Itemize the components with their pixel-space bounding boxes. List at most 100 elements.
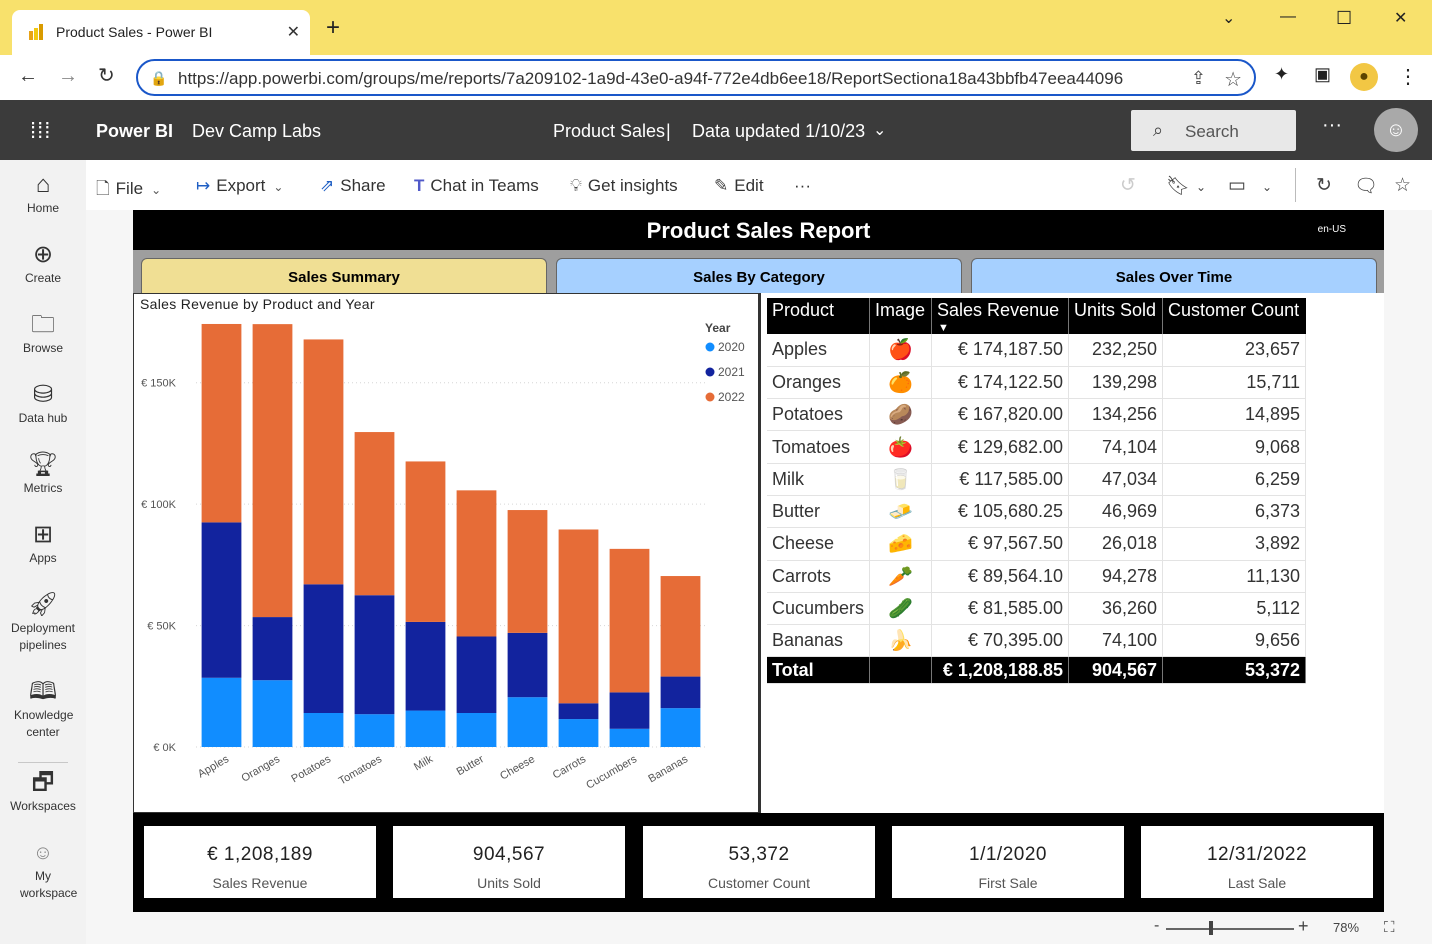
maximize-icon[interactable]: ☐: [1336, 8, 1352, 29]
side-panel-icon[interactable]: ▣: [1314, 64, 1331, 85]
chevron-down-icon[interactable]: ⌄: [1222, 8, 1235, 28]
bar-segment-butter-2022[interactable]: [456, 490, 497, 637]
bar-segment-tomatoes-2022[interactable]: [354, 432, 395, 596]
bar-segment-butter-2021[interactable]: [456, 636, 497, 714]
nav-item-home[interactable]: ⌂ Home: [0, 170, 86, 217]
share-page-icon[interactable]: ⇪: [1191, 68, 1206, 89]
browser-tab[interactable]: Product Sales - Power BI ✕: [12, 10, 310, 55]
nav-item-knowledge-center[interactable]: 🕮 Knowledge center: [0, 677, 86, 741]
zoom-out-button[interactable]: -: [1154, 917, 1159, 935]
card-first-sale[interactable]: 1/1/2020 First Sale: [892, 826, 1124, 898]
table-row[interactable]: Oranges 🍊 € 174,122.50 139,298 15,711: [767, 366, 1307, 400]
bar-segment-tomatoes-2021[interactable]: [354, 595, 395, 715]
bookmark-icon[interactable]: 🔖︎: [1166, 174, 1190, 198]
card-sales-revenue[interactable]: € 1,208,189 Sales Revenue: [144, 826, 376, 898]
bar-segment-milk-2020[interactable]: [405, 710, 446, 747]
account-avatar-icon[interactable]: ☺: [1374, 108, 1418, 152]
table-row[interactable]: Tomatoes 🍅 € 129,682.00 74,104 9,068: [767, 430, 1307, 464]
reload-icon[interactable]: ↻: [98, 65, 115, 87]
nav-item-workspaces[interactable]: 🗗 Workspaces: [0, 768, 86, 815]
table-row[interactable]: Butter 🧈 € 105,680.25 46,969 6,373: [767, 495, 1307, 529]
bar-segment-milk-2021[interactable]: [405, 621, 446, 711]
get-insights-button[interactable]: 💡︎ Get insights: [570, 176, 678, 196]
tab-sales-summary[interactable]: Sales Summary: [141, 258, 547, 293]
comment-icon[interactable]: 🗨︎: [1354, 174, 1378, 198]
more-options-icon[interactable]: ···: [1322, 114, 1342, 137]
column-header-image[interactable]: Image: [869, 298, 933, 334]
url-field[interactable]: 🔒 https://app.powerbi.com/groups/me/repo…: [136, 59, 1256, 96]
view-icon[interactable]: ▭: [1228, 174, 1246, 197]
nav-item-deployment-pipelines[interactable]: 🚀︎ Deployment pipelines: [0, 590, 86, 654]
chevron-down-icon[interactable]: ⌄: [1262, 180, 1272, 194]
bookmark-star-icon[interactable]: ☆: [1224, 67, 1242, 92]
fit-to-page-icon[interactable]: ⛶: [1384, 919, 1395, 936]
minimize-icon[interactable]: —: [1280, 8, 1296, 26]
bar-segment-cheese-2020[interactable]: [507, 697, 548, 747]
bar-segment-cucumbers-2020[interactable]: [609, 728, 650, 747]
table-row[interactable]: Potatoes 🥔 € 167,820.00 134,256 14,895: [767, 398, 1307, 432]
zoom-slider[interactable]: [1166, 928, 1294, 930]
data-updated-label[interactable]: Data updated 1/10/23: [692, 121, 865, 142]
bar-segment-milk-2022[interactable]: [405, 461, 446, 622]
reset-icon[interactable]: ↺: [1120, 174, 1136, 197]
bar-segment-potatoes-2022[interactable]: [303, 339, 344, 585]
card-customer-count[interactable]: 53,372 Customer Count: [643, 826, 875, 898]
bar-segment-bananas-2022[interactable]: [660, 576, 701, 677]
tab-sales-over-time[interactable]: Sales Over Time: [971, 258, 1377, 293]
bar-segment-oranges-2020[interactable]: [252, 680, 293, 747]
edit-button[interactable]: ✎ Edit: [714, 176, 764, 196]
bar-segment-cucumbers-2021[interactable]: [609, 692, 650, 729]
bar-segment-carrots-2022[interactable]: [558, 529, 599, 704]
bar-segment-apples-2020[interactable]: [201, 677, 242, 747]
table-row[interactable]: Carrots 🥕 € 89,564.10 94,278 11,130: [767, 560, 1307, 593]
share-button[interactable]: ⇗ Share: [320, 176, 386, 196]
bar-segment-oranges-2021[interactable]: [252, 617, 293, 681]
favorite-star-icon[interactable]: ☆: [1394, 174, 1411, 197]
browser-menu-icon[interactable]: ⋮: [1398, 64, 1418, 89]
lock-icon[interactable]: 🔒: [150, 70, 167, 87]
nav-item-browse[interactable]: 🗀 Browse: [0, 310, 86, 357]
table-row[interactable]: Milk 🥛 € 117,585.00 47,034 6,259: [767, 463, 1307, 496]
nav-item-data-hub[interactable]: ⛁ Data hub: [0, 380, 86, 427]
bar-segment-bananas-2021[interactable]: [660, 676, 701, 709]
powerbi-brand[interactable]: Power BI: [96, 121, 173, 142]
column-header-sales-revenue[interactable]: Sales Revenue ▼: [931, 298, 1070, 334]
sales-revenue-chart[interactable]: € 0K € 50K € 100K € 150K Apples Oranges Potato…: [133, 293, 759, 813]
bar-segment-butter-2020[interactable]: [456, 713, 497, 747]
card-units-sold[interactable]: 904,567 Units Sold: [393, 826, 625, 898]
app-launcher-icon[interactable]: ⁞⁞⁞: [30, 118, 51, 144]
window-close-icon[interactable]: ✕: [1394, 8, 1407, 28]
table-row[interactable]: Bananas 🍌 € 70,395.00 74,100 9,656: [767, 624, 1307, 658]
chevron-down-icon[interactable]: ⌄: [873, 120, 886, 140]
nav-item-create[interactable]: ⊕ Create: [0, 240, 86, 287]
bar-segment-cheese-2021[interactable]: [507, 632, 548, 698]
zoom-in-button[interactable]: +: [1298, 916, 1309, 937]
nav-item-apps[interactable]: ⊞ Apps: [0, 520, 86, 567]
chevron-down-icon[interactable]: ⌄: [1196, 180, 1206, 194]
bar-segment-oranges-2022[interactable]: [252, 324, 293, 618]
bar-segment-tomatoes-2020[interactable]: [354, 714, 395, 747]
nav-item-metrics[interactable]: 🏆︎ Metrics: [0, 450, 86, 497]
table-row[interactable]: Cucumbers 🥒 € 81,585.00 36,260 5,112: [767, 592, 1307, 626]
nav-item-my-workspace[interactable]: ☺ My workspace: [0, 838, 86, 902]
table-row[interactable]: Apples 🍎 € 174,187.50 232,250 23,657: [767, 334, 1307, 367]
bar-segment-bananas-2020[interactable]: [660, 708, 701, 747]
column-header-product[interactable]: Product: [767, 298, 871, 334]
bar-segment-cucumbers-2022[interactable]: [609, 548, 650, 693]
export-menu-button[interactable]: ↦ Export ⌄: [196, 176, 283, 196]
extensions-icon[interactable]: ✦: [1274, 64, 1289, 85]
sales-table[interactable]: Product Image Sales Revenue ▼ Units Sold …: [767, 298, 1307, 685]
bar-segment-apples-2022[interactable]: [201, 323, 242, 523]
zoom-slider-thumb[interactable]: [1208, 921, 1213, 935]
table-row[interactable]: Cheese 🧀 € 97,567.50 26,018 3,892: [767, 527, 1307, 561]
bar-segment-cheese-2022[interactable]: [507, 510, 548, 633]
close-tab-icon[interactable]: ✕: [287, 22, 300, 42]
more-actions-icon[interactable]: ···: [794, 176, 811, 196]
workspace-name[interactable]: Dev Camp Labs: [192, 121, 321, 142]
forward-icon[interactable]: →: [58, 65, 78, 87]
bar-segment-carrots-2020[interactable]: [558, 719, 599, 747]
bar-segment-potatoes-2020[interactable]: [303, 713, 344, 747]
profile-avatar[interactable]: ●: [1350, 63, 1378, 91]
column-header-units-sold[interactable]: Units Sold: [1068, 298, 1164, 334]
column-header-customer-count[interactable]: Customer Count: [1162, 298, 1306, 334]
